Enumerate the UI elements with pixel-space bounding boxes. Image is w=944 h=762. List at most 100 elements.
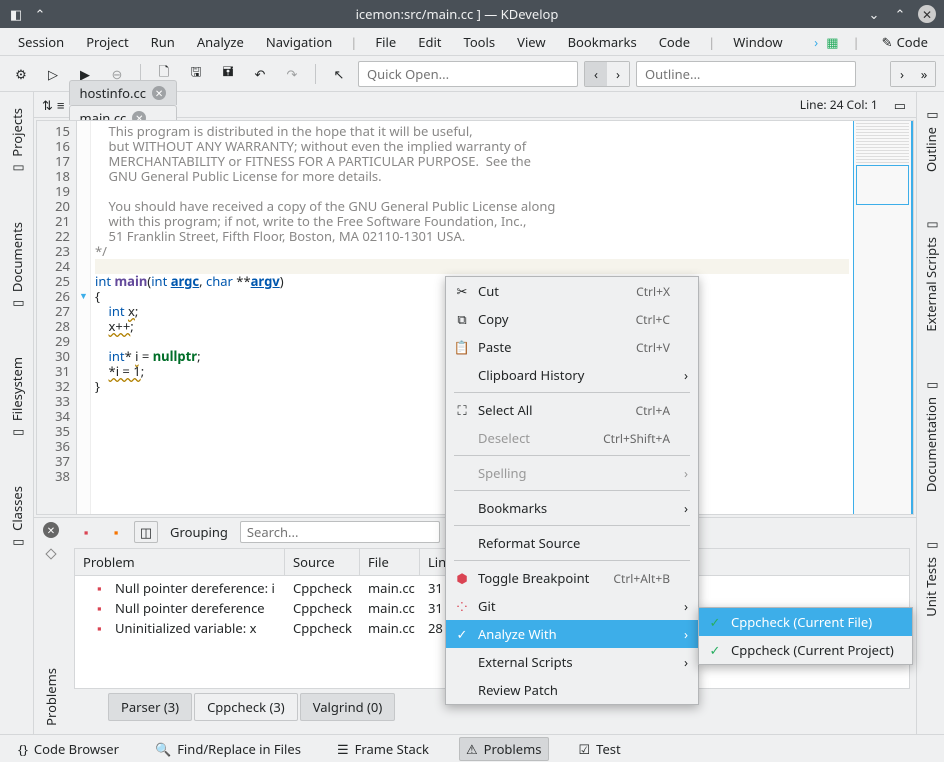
outline-forward-button[interactable]: › <box>891 62 913 86</box>
braces-icon: {} <box>18 740 28 758</box>
menu-file[interactable]: File <box>365 29 406 55</box>
sidebar-external-scripts[interactable]: External Scripts▭ <box>920 210 942 340</box>
menubar: Session Project Run Analyze Navigation |… <box>0 28 944 56</box>
sidebar-classes[interactable]: ▭Classes <box>6 478 28 558</box>
menu-code[interactable]: Code <box>649 29 700 55</box>
diamond-icon[interactable] <box>45 548 56 559</box>
outline-nav-buttons: › » <box>890 61 936 87</box>
context-menu-item[interactable]: ⁘ Git › <box>446 592 698 620</box>
context-menu-item[interactable]: Bookmarks › <box>446 494 698 522</box>
context-menu: ✂ Cut Ctrl+X ⧉ Copy Ctrl+C 📋 Paste Ctrl+… <box>445 276 699 705</box>
run-icon[interactable]: ▷ <box>40 61 66 87</box>
close-icon[interactable]: ✕ <box>918 5 936 23</box>
configure-launches-icon[interactable]: ⚙ <box>8 61 34 87</box>
context-menu-item: Spelling › <box>446 459 698 487</box>
menu-tools[interactable]: Tools <box>454 29 506 55</box>
sb-test[interactable]: ☑Test <box>573 738 627 760</box>
menu-navigation[interactable]: Navigation <box>256 29 342 55</box>
context-menu-item[interactable]: Clipboard History › <box>446 361 698 389</box>
close-panel-icon[interactable]: ✕ <box>43 522 59 538</box>
warning-icon: ⚠ <box>466 740 478 758</box>
menu-analyze[interactable]: Analyze <box>187 29 254 55</box>
minimize-icon[interactable]: ⌄ <box>866 6 882 22</box>
context-menu-item[interactable]: Reformat Source <box>446 529 698 557</box>
chevron-right-icon[interactable]: › <box>814 33 818 51</box>
cursor-icon[interactable]: ↖ <box>326 61 352 87</box>
outline-input[interactable] <box>636 61 856 87</box>
problems-tab[interactable]: Cppcheck (3) <box>194 693 298 721</box>
context-menu-item[interactable]: External Scripts › <box>446 648 698 676</box>
context-menu-item[interactable]: 📋 Paste Ctrl+V <box>446 333 698 361</box>
tab-bar: ⇅ ≡ hostinfo.cc✕main.cc✕ Line: 24 Col: 1… <box>34 92 916 118</box>
analyze-submenu: ✓Cppcheck (Current File)✓Cppcheck (Curre… <box>698 607 913 665</box>
context-menu-item[interactable]: ✓ Analyze With › <box>446 620 698 648</box>
quick-open-input[interactable] <box>358 61 578 87</box>
tab-options-icon[interactable]: ▭ <box>888 96 912 114</box>
save-all-icon[interactable]: 🖬 <box>215 61 241 87</box>
grid-icon[interactable]: ▦ <box>826 33 838 51</box>
menu-window[interactable]: Window <box>723 29 792 55</box>
menu-edit[interactable]: Edit <box>408 29 451 55</box>
context-menu-item[interactable]: ✂ Cut Ctrl+X <box>446 277 698 305</box>
redo-icon: ↷ <box>279 61 305 87</box>
sidebar-projects[interactable]: ▭Projects <box>6 100 28 184</box>
sb-frame-stack[interactable]: ☰Frame Stack <box>331 738 435 760</box>
code-perspective-button[interactable]: ✎ Code <box>874 30 936 54</box>
fold-column[interactable]: ▼ <box>77 121 91 514</box>
problems-search-input[interactable] <box>240 521 440 543</box>
problems-tab[interactable]: Parser (3) <box>108 693 192 721</box>
sidebar-filesystem[interactable]: ▭Filesystem <box>6 349 28 448</box>
fold-marker-icon[interactable]: ▼ <box>79 289 88 302</box>
outline-menu-button[interactable]: » <box>913 62 935 86</box>
problems-tab[interactable]: Valgrind (0) <box>300 693 396 721</box>
sb-problems[interactable]: ⚠Problems <box>459 737 549 761</box>
sidebar-documentation[interactable]: Documentation▭ <box>920 370 942 500</box>
maximize-icon[interactable]: ⌃ <box>892 6 908 22</box>
sidebar-outline[interactable]: Outline▭ <box>920 100 942 180</box>
menu-run[interactable]: Run <box>141 29 185 55</box>
scope-filter-icon[interactable]: ◫ <box>134 521 158 543</box>
pin-icon[interactable]: ⌃ <box>32 6 48 22</box>
warning-filter-icon[interactable]: ▪ <box>104 521 128 543</box>
sidebar-documents[interactable]: ▭Documents <box>6 214 28 319</box>
sort-tabs-icon[interactable]: ⇅ <box>42 96 53 114</box>
pencil-icon: ✎ <box>882 33 893 51</box>
right-sidebar: Outline▭ External Scripts▭ Documentation… <box>916 92 944 734</box>
menu-project[interactable]: Project <box>76 29 138 55</box>
undo-icon[interactable]: ↶ <box>247 61 273 87</box>
cursor-position: Line: 24 Col: 1 <box>790 96 888 113</box>
submenu-item[interactable]: ✓Cppcheck (Current Project) <box>699 636 912 664</box>
menu-session[interactable]: Session <box>8 29 74 55</box>
grouping-label[interactable]: Grouping <box>164 523 234 541</box>
sidebar-unit-tests[interactable]: Unit Tests▭ <box>920 530 942 625</box>
window-title: icemon:src/main.cc ] — KDevelop <box>48 5 866 23</box>
error-filter-icon[interactable]: ▪ <box>74 521 98 543</box>
problems-vertical-label[interactable]: Problems <box>40 660 62 734</box>
menu-view[interactable]: View <box>507 29 555 55</box>
tab-list-icon[interactable]: ≡ <box>57 96 65 114</box>
nav-forward-button[interactable]: › <box>607 62 629 86</box>
test-icon: ☑ <box>579 740 591 758</box>
nav-back-button[interactable]: ‹ <box>585 62 607 86</box>
minimap[interactable] <box>853 121 913 514</box>
context-menu-item[interactable]: ⛶ Select All Ctrl+A <box>446 396 698 424</box>
error-icon: ▪ <box>97 579 115 597</box>
error-icon: ▪ <box>97 599 115 617</box>
context-menu-item[interactable]: ⬢ Toggle Breakpoint Ctrl+Alt+B <box>446 564 698 592</box>
tab-close-icon[interactable]: ✕ <box>152 86 166 100</box>
statusbar: {}Code Browser 🔍Find/Replace in Files ☰F… <box>0 734 944 762</box>
stack-icon: ☰ <box>337 740 349 758</box>
submenu-item[interactable]: ✓Cppcheck (Current File) <box>699 608 912 636</box>
app-menu-icon[interactable]: ◧ <box>8 6 24 22</box>
sb-code-browser[interactable]: {}Code Browser <box>12 738 125 760</box>
sb-find-replace[interactable]: 🔍Find/Replace in Files <box>149 738 307 760</box>
titlebar: ◧ ⌃ icemon:src/main.cc ] — KDevelop ⌄ ⌃ … <box>0 0 944 28</box>
context-menu-item[interactable]: Review Patch <box>446 676 698 704</box>
nav-buttons: ‹ › <box>584 61 630 87</box>
stop-icon: ⊖ <box>104 61 130 87</box>
save-icon[interactable]: 🖫 <box>183 61 209 87</box>
context-menu-item: Deselect Ctrl+Shift+A <box>446 424 698 452</box>
error-icon: ▪ <box>97 619 115 637</box>
context-menu-item[interactable]: ⧉ Copy Ctrl+C <box>446 305 698 333</box>
menu-bookmarks[interactable]: Bookmarks <box>558 29 647 55</box>
